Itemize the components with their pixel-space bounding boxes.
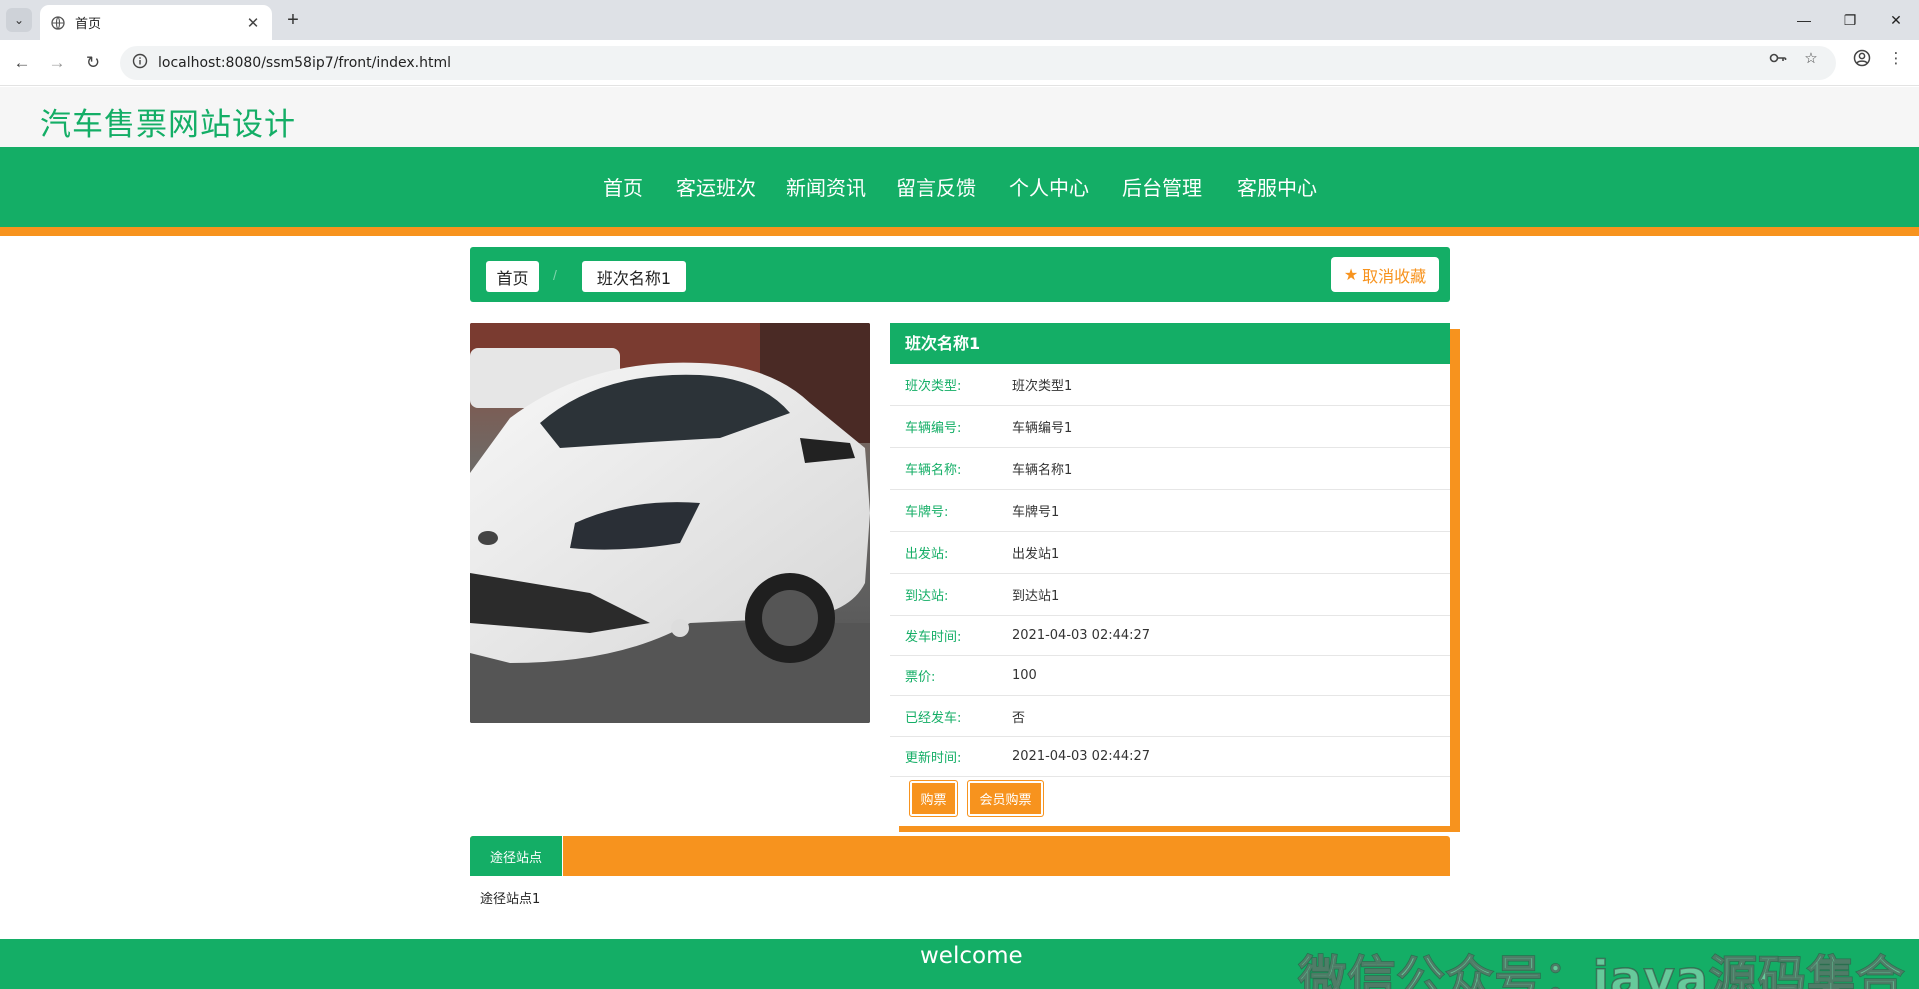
unfavorite-button[interactable]: ★ 取消收藏 xyxy=(1331,257,1439,292)
member-buy-ticket-button[interactable]: 会员购票 xyxy=(967,780,1044,817)
detail-value: 2021-04-03 02:44:27 xyxy=(1012,628,1151,643)
back-icon[interactable]: ← xyxy=(9,50,35,76)
breadcrumb: 首页 / 班次名称1 ★ 取消收藏 xyxy=(470,247,1450,302)
detail-label: 到达站: xyxy=(905,589,949,604)
plus-icon[interactable]: + xyxy=(282,9,304,31)
detail-row: 车辆编号: 车辆编号1 xyxy=(890,406,1450,448)
breadcrumb-home[interactable]: 首页 xyxy=(486,261,539,292)
detail-label: 车牌号: xyxy=(905,505,949,520)
footer: welcome 微信公众号：java源码集合 xyxy=(0,939,1919,989)
forward-icon[interactable]: → xyxy=(44,50,70,76)
detail-label: 票价: xyxy=(905,670,936,685)
detail-label: 更新时间: xyxy=(905,751,962,766)
detail-value: 班次类型1 xyxy=(1012,379,1073,394)
detail-title: 班次名称1 xyxy=(890,323,1450,364)
tab-title: 首页 xyxy=(75,17,102,32)
detail-tabs: 途径站点 xyxy=(470,836,1450,876)
browser-tab[interactable]: 首页 ✕ xyxy=(40,5,272,40)
nav-accent-strip xyxy=(0,227,1919,236)
detail-value: 车辆编号1 xyxy=(1012,421,1073,436)
unfavorite-label: 取消收藏 xyxy=(1362,266,1427,286)
car-photo xyxy=(470,323,870,723)
reload-icon[interactable]: ↻ xyxy=(80,50,106,76)
tab-route-stations[interactable]: 途径站点 xyxy=(470,836,563,876)
tab-list-icon[interactable]: ⌄ xyxy=(6,8,32,32)
profile-icon[interactable] xyxy=(1852,48,1872,68)
detail-value: 出发站1 xyxy=(1012,547,1060,562)
close-window-icon[interactable]: ✕ xyxy=(1873,6,1919,34)
breadcrumb-separator: / xyxy=(553,267,557,283)
address-bar: ← → ↻ localhost:8080/ssm58ip7/front/inde… xyxy=(0,40,1919,86)
detail-row: 票价: 100 xyxy=(890,656,1450,696)
site-info-icon[interactable] xyxy=(132,53,148,74)
main-nav: 首页 客运班次 新闻资讯 留言反馈 个人中心 后台管理 客服中心 xyxy=(0,147,1919,227)
detail-row: 车牌号: 车牌号1 xyxy=(890,490,1450,532)
detail-label: 出发站: xyxy=(905,547,949,562)
bookmark-star-icon[interactable]: ☆ xyxy=(1801,48,1821,68)
minimize-icon[interactable]: — xyxy=(1781,6,1827,34)
detail-label: 发车时间: xyxy=(905,630,962,645)
nav-customer-service[interactable]: 客服中心 xyxy=(1237,172,1317,201)
detail-value: 车辆名称1 xyxy=(1012,463,1073,478)
detail-label: 班次类型: xyxy=(905,379,962,394)
browser-tab-bar: ⌄ 首页 ✕ + — ❐ ✕ xyxy=(0,0,1919,40)
globe-icon xyxy=(50,15,65,30)
detail-value: 车牌号1 xyxy=(1012,505,1060,520)
detail-label: 车辆名称: xyxy=(905,463,962,478)
detail-row: 班次类型: 班次类型1 xyxy=(890,364,1450,406)
nav-feedback[interactable]: 留言反馈 xyxy=(896,172,976,201)
nav-home[interactable]: 首页 xyxy=(603,172,643,201)
detail-value: 2021-04-03 02:44:27 xyxy=(1012,749,1151,764)
detail-row: 到达站: 到达站1 xyxy=(890,574,1450,616)
nav-bus-schedule[interactable]: 客运班次 xyxy=(676,172,756,201)
url-text: localhost:8080/ssm58ip7/front/index.html xyxy=(158,55,452,71)
detail-row: 车辆名称: 车辆名称1 xyxy=(890,448,1450,490)
nav-admin[interactable]: 后台管理 xyxy=(1122,172,1202,201)
detail-row: 更新时间: 2021-04-03 02:44:27 xyxy=(890,737,1450,777)
watermark: 微信公众号：java源码集合 xyxy=(1298,950,1905,989)
restore-icon[interactable]: ❐ xyxy=(1827,6,1873,34)
nav-personal-center[interactable]: 个人中心 xyxy=(1009,172,1089,201)
schedule-detail-panel: 班次名称1 班次类型: 班次类型1 车辆编号: 车辆编号1 车辆名称: 车辆名称… xyxy=(890,323,1450,826)
detail-row: 已经发车: 否 xyxy=(890,696,1450,737)
site-title[interactable]: 汽车售票网站设计 xyxy=(40,99,296,144)
tab-content: 途径站点1 xyxy=(480,892,541,907)
close-icon[interactable]: ✕ xyxy=(244,14,262,32)
detail-row: 发车时间: 2021-04-03 02:44:27 xyxy=(890,616,1450,656)
buy-ticket-button[interactable]: 购票 xyxy=(909,780,958,817)
detail-row: 出发站: 出发站1 xyxy=(890,532,1450,574)
more-icon[interactable]: ⋮ xyxy=(1886,48,1906,68)
site-header: 汽车售票网站设计 xyxy=(0,87,1919,147)
detail-value: 100 xyxy=(1012,668,1037,683)
detail-value: 否 xyxy=(1012,710,1026,726)
url-field[interactable]: localhost:8080/ssm58ip7/front/index.html xyxy=(120,46,1836,80)
detail-label: 已经发车: xyxy=(905,710,962,726)
star-icon: ★ xyxy=(1343,265,1359,284)
nav-news[interactable]: 新闻资讯 xyxy=(786,172,866,201)
key-icon[interactable] xyxy=(1768,48,1788,68)
footer-text: welcome xyxy=(920,943,1023,969)
breadcrumb-current[interactable]: 班次名称1 xyxy=(582,261,686,292)
detail-value: 到达站1 xyxy=(1012,589,1060,604)
detail-label: 车辆编号: xyxy=(905,421,962,436)
